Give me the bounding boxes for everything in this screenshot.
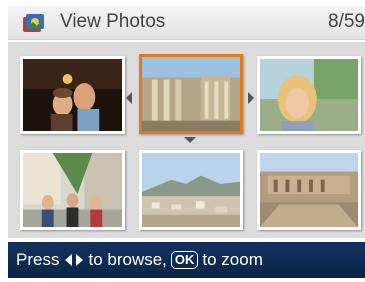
arrow-down-icon: [184, 137, 196, 143]
help-press-label: Press: [16, 250, 60, 269]
header-bar: View Photos 8/59: [8, 6, 365, 40]
thumbnail-grid: [8, 42, 365, 238]
ok-key-icon: OK: [170, 251, 199, 269]
left-triangle-icon: [65, 254, 73, 266]
thumbnail-couple-night[interactable]: [20, 56, 125, 134]
help-bar: Press to browse, OK to zoom: [8, 242, 365, 278]
thumbnail-group-street[interactable]: [20, 150, 125, 230]
page-title: View Photos: [60, 11, 166, 32]
help-zoom-label: to zoom: [202, 250, 263, 269]
thumbnail-theater-ruins[interactable]: [257, 150, 361, 230]
arrow-left-icon: [126, 92, 132, 104]
arrow-right-icon: [248, 92, 254, 104]
thumbnail-city-panorama[interactable]: [139, 150, 243, 230]
photo-counter: 8/59: [328, 11, 365, 32]
photos-icon: [22, 12, 46, 34]
thumbnail-woman-portrait[interactable]: [257, 56, 361, 134]
right-triangle-icon: [76, 254, 84, 266]
thumbnail-ruins-columns[interactable]: [139, 54, 243, 134]
camera-screen: View Photos 8/59 Press to browse, OK to …: [0, 0, 365, 282]
help-browse-label: to browse,: [88, 250, 167, 269]
help-text: Press to browse, OK to zoom: [16, 250, 263, 270]
